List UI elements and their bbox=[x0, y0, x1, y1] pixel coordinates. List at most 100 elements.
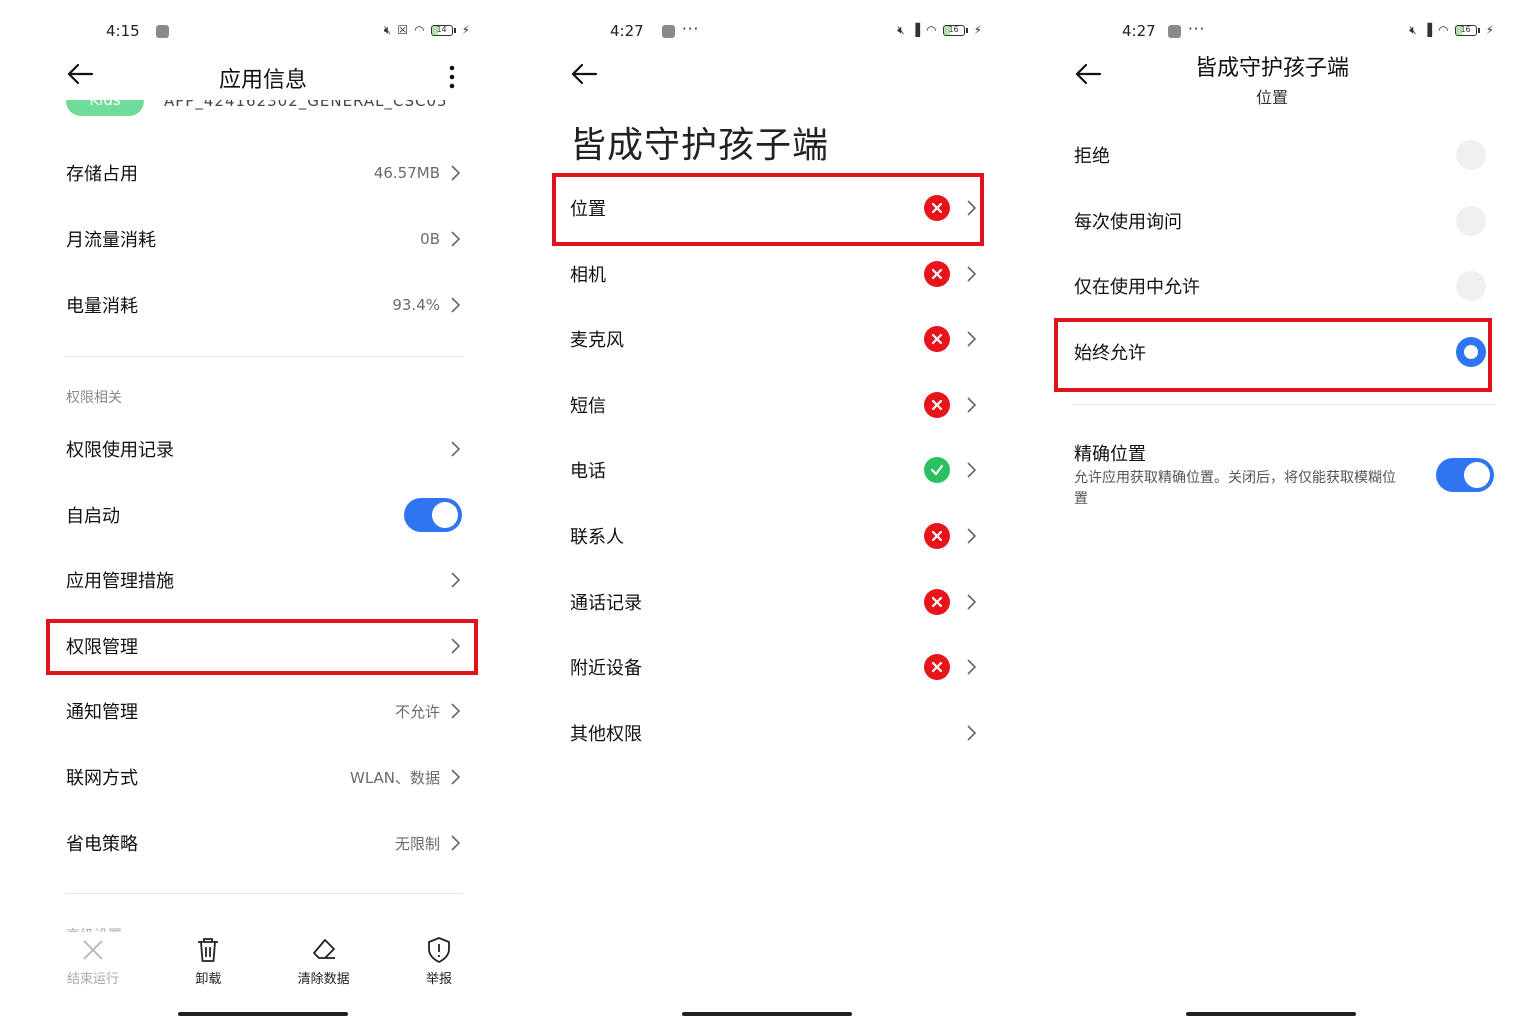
force-stop-button[interactable]: 结束运行 bbox=[36, 936, 150, 996]
trash-icon bbox=[198, 938, 219, 962]
status-time: 4:27 bbox=[610, 22, 644, 40]
app-management-row[interactable]: 应用管理措施 bbox=[66, 552, 462, 608]
storage-row[interactable]: 存储占用 46.57MB bbox=[66, 145, 462, 201]
denied-x-icon bbox=[924, 195, 950, 221]
uninstall-button[interactable]: 卸载 bbox=[151, 936, 265, 996]
permission-row[interactable]: 联系人 bbox=[570, 508, 978, 564]
location-permission-screen: 4:27 ··· 🔇︎ ▐ ◠ 16 ⚡︎ 皆成守护孩子端 位置 拒绝每次使用询… bbox=[1024, 0, 1536, 1024]
status-icons: 🔇︎ ▐ ◠ 16 ⚡︎ bbox=[897, 23, 982, 37]
battery-icon: 14 bbox=[430, 24, 456, 36]
bottom-action-bar: 结束运行 卸载 清除数据 举报 bbox=[36, 936, 496, 996]
precise-location-toggle[interactable] bbox=[1436, 458, 1494, 492]
page-title: 皆成守护孩子端 位置 bbox=[1024, 50, 1520, 108]
clear-data-button[interactable]: 清除数据 bbox=[267, 936, 381, 996]
home-indicator[interactable] bbox=[178, 1012, 348, 1016]
page-title: 应用信息 bbox=[218, 68, 307, 93]
denied-x-icon bbox=[924, 654, 950, 681]
permission-row[interactable]: 通话记录 bbox=[570, 574, 978, 630]
chevron-right-icon bbox=[451, 638, 461, 654]
permission-row[interactable]: 相机 bbox=[570, 246, 978, 302]
power-saving-row[interactable]: 省电策略 无限制 bbox=[66, 815, 462, 871]
data-usage-row[interactable]: 月流量消耗 0B bbox=[66, 211, 462, 267]
denied-x-icon bbox=[924, 326, 950, 353]
status-time: 4:15 bbox=[106, 22, 140, 40]
permission-management-row[interactable]: 权限管理 bbox=[66, 618, 462, 674]
permission-row[interactable]: 附近设备 bbox=[570, 639, 978, 695]
status-bar: 4:15 🔇︎ ☒ ◠ 14 ⚡︎ bbox=[0, 22, 512, 42]
permission-row[interactable]: 位置 bbox=[570, 180, 978, 236]
permission-row[interactable]: 短信 bbox=[570, 377, 978, 433]
wifi-icon: ◠ bbox=[1438, 23, 1449, 37]
chevron-right-icon bbox=[967, 594, 977, 610]
wrench-icon bbox=[1168, 25, 1181, 38]
radio-button[interactable] bbox=[1456, 271, 1486, 302]
chevron-right-icon bbox=[967, 397, 977, 413]
divider bbox=[1074, 404, 1494, 405]
denied-x-icon bbox=[924, 523, 950, 549]
eraser-icon bbox=[312, 939, 335, 959]
location-option-row[interactable]: 仅在使用中允许 bbox=[1074, 258, 1486, 314]
denied-x-icon bbox=[924, 260, 950, 287]
network-row[interactable]: 联网方式 WLAN、数据 bbox=[66, 749, 462, 805]
charging-icon: ⚡︎ bbox=[461, 23, 470, 37]
battery-usage-row[interactable]: 电量消耗 93.4% bbox=[66, 277, 462, 333]
charging-icon: ⚡︎ bbox=[1485, 23, 1494, 37]
autostart-toggle[interactable] bbox=[404, 498, 462, 532]
precise-location-desc: 允许应用获取精确位置。关闭后，将仅能获取模糊位置 bbox=[1074, 470, 1396, 507]
shield-alert-icon bbox=[428, 937, 450, 963]
chevron-right-icon bbox=[451, 572, 461, 588]
more-menu-icon[interactable] bbox=[442, 62, 462, 92]
permission-row[interactable]: 其他权限 bbox=[570, 705, 978, 761]
radio-button[interactable] bbox=[1456, 336, 1486, 367]
wifi-icon: ◠ bbox=[414, 23, 425, 37]
status-icons: 🔇︎ ☒ ◠ 14 ⚡︎ bbox=[384, 23, 470, 37]
permission-row[interactable]: 电话 bbox=[570, 442, 978, 498]
location-option-row[interactable]: 始终允许 bbox=[1074, 324, 1486, 380]
denied-x-icon bbox=[924, 391, 950, 418]
chevron-right-icon bbox=[451, 835, 461, 851]
home-indicator[interactable] bbox=[682, 1012, 852, 1016]
home-indicator[interactable] bbox=[1186, 1012, 1356, 1016]
more-notifications-icon: ··· bbox=[1188, 20, 1206, 38]
autostart-row: 自启动 bbox=[66, 487, 462, 543]
signal-icon: ▐ bbox=[910, 23, 921, 37]
chevron-right-icon bbox=[451, 769, 461, 785]
close-icon bbox=[83, 940, 103, 960]
chevron-right-icon bbox=[967, 331, 977, 347]
chevron-right-icon bbox=[967, 266, 977, 282]
location-option-row[interactable]: 每次使用询问 bbox=[1074, 193, 1486, 249]
permission-row[interactable]: 麦克风 bbox=[570, 311, 978, 367]
report-button[interactable]: 举报 bbox=[382, 936, 496, 996]
chevron-right-icon bbox=[451, 231, 461, 247]
radio-button[interactable] bbox=[1456, 140, 1486, 170]
chevron-right-icon bbox=[451, 703, 461, 719]
page-title: 皆成守护孩子端 bbox=[570, 125, 830, 166]
section-label: 权限相关 bbox=[66, 390, 122, 406]
app-header-clipped: Kids APP_424162302_GENERAL_CSC05 bbox=[66, 100, 466, 120]
no-sim-icon: ☒ bbox=[397, 23, 409, 37]
chevron-right-icon bbox=[451, 297, 461, 313]
battery-icon: 16 bbox=[942, 24, 968, 36]
signal-icon: ▐ bbox=[1422, 23, 1433, 37]
mute-vibrate-icon: 🔇︎ bbox=[897, 23, 905, 37]
more-notifications-icon: ··· bbox=[682, 20, 700, 38]
battery-icon: 16 bbox=[1454, 24, 1480, 36]
radio-button[interactable] bbox=[1456, 205, 1486, 236]
status-bar: 4:27 ··· 🔇︎ ▐ ◠ 16 ⚡︎ bbox=[1024, 20, 1536, 42]
wrench-icon bbox=[156, 25, 169, 38]
divider bbox=[66, 356, 462, 357]
notification-row[interactable]: 通知管理 不允许 bbox=[66, 683, 462, 739]
chevron-right-icon bbox=[967, 659, 977, 675]
precise-location-row: 精确位置 允许应用获取精确位置。关闭后，将仅能获取模糊位置 bbox=[1074, 440, 1494, 510]
permission-history-row[interactable]: 权限使用记录 bbox=[66, 421, 462, 477]
chevron-right-icon bbox=[451, 165, 461, 181]
status-bar: 4:27 ··· 🔇︎ ▐ ◠ 16 ⚡︎ bbox=[512, 20, 1024, 42]
back-arrow-icon[interactable] bbox=[570, 60, 598, 88]
allowed-check-icon bbox=[924, 457, 950, 484]
divider bbox=[66, 893, 462, 894]
location-option-row[interactable]: 拒绝 bbox=[1074, 127, 1486, 183]
charging-icon: ⚡︎ bbox=[973, 23, 982, 37]
chevron-right-icon bbox=[967, 200, 977, 216]
chevron-right-icon bbox=[967, 528, 977, 544]
permission-list-screen: 4:27 ··· 🔇︎ ▐ ◠ 16 ⚡︎ 皆成守护孩子端 位置相机麦克风短信电… bbox=[512, 0, 1024, 1024]
